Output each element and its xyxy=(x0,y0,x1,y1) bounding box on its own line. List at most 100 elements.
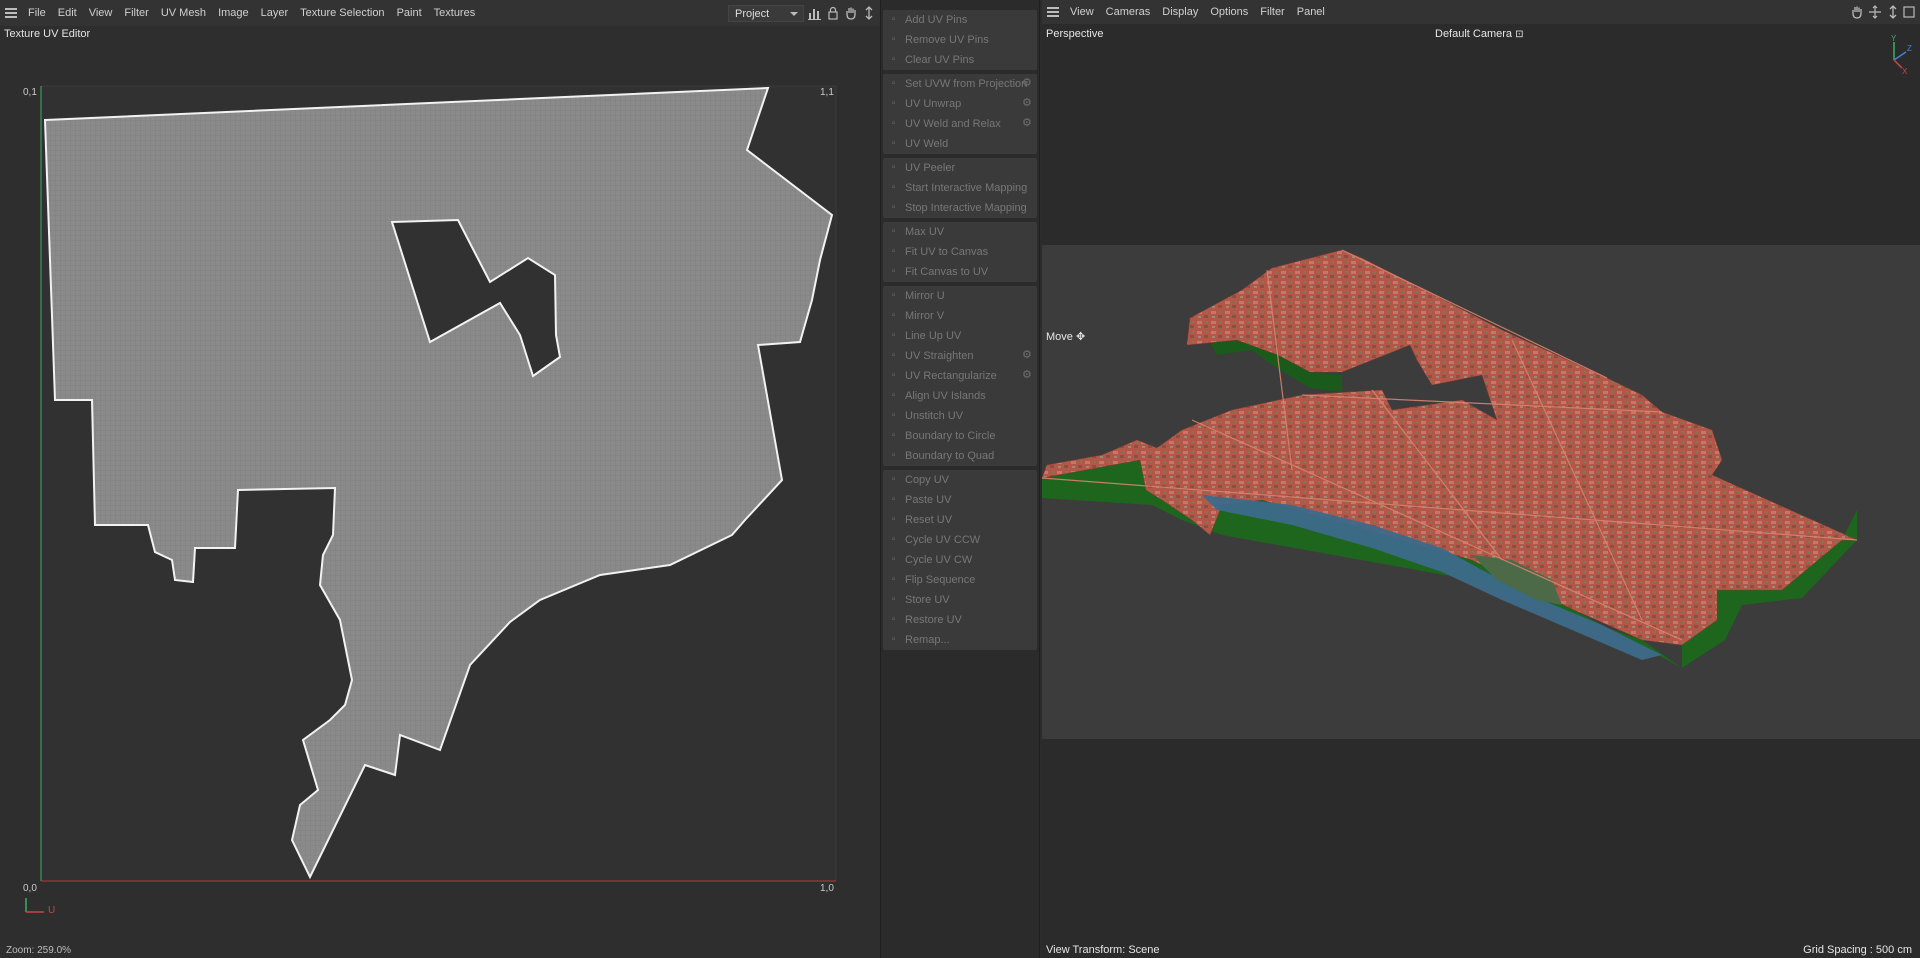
command-group: ▫ UV Peeler ▫ Start Interactive Mapping ▫ Sto… xyxy=(883,158,1037,218)
command-label: UV Weld and Relax xyxy=(905,118,1001,130)
fit-canvas-icon: ▫ xyxy=(891,266,896,277)
viewport-view-label: Perspective xyxy=(1046,28,1104,40)
command-set-uvw-from-projection[interactable]: ▫ Set UVW from Projection ⚙ xyxy=(883,74,1037,94)
copy-icon: ▫ xyxy=(891,474,896,485)
uv-label-top-right: 1,1 xyxy=(820,87,834,98)
gear-icon[interactable]: ⚙ xyxy=(1022,370,1033,381)
command-label: Store UV xyxy=(905,594,950,606)
max-icon: ▫ xyxy=(891,226,896,237)
clear-icon: ▫ xyxy=(891,54,896,65)
command-fit-uv-to-canvas[interactable]: ▫ Fit UV to Canvas xyxy=(883,242,1037,262)
command-boundary-to-circle[interactable]: ▫ Boundary to Circle xyxy=(883,426,1037,446)
3d-viewport-panel[interactable]: View Cameras Display Options Filter Panel xyxy=(1042,0,1920,958)
command-label: Start Interactive Mapping xyxy=(905,182,1028,194)
camera-label[interactable]: Default Camera ⊡ xyxy=(1435,28,1524,40)
active-tool-name: Move xyxy=(1046,331,1073,343)
command-stop-interactive-mapping[interactable]: ▫ Stop Interactive Mapping xyxy=(883,198,1037,218)
uv-commands-list: ▫ Add UV Pins ▫ Remove UV Pins ▫ Clear UV Pin… xyxy=(881,0,1039,650)
command-fit-canvas-to-uv[interactable]: ▫ Fit Canvas to UV xyxy=(883,262,1037,282)
command-label: Mirror V xyxy=(905,310,945,322)
rectangularize-icon: ▫ xyxy=(891,370,896,381)
gear-icon[interactable]: ⚙ xyxy=(1022,78,1033,89)
command-unstitch-uv[interactable]: ▫ Unstitch UV xyxy=(883,406,1037,426)
unwrap-icon: ▫ xyxy=(891,98,896,109)
axis-z-label: Z xyxy=(1907,44,1912,53)
straighten-icon: ▫ xyxy=(891,350,896,361)
command-uv-rectangularize[interactable]: ▫ UV Rectangularize ⚙ xyxy=(883,366,1037,386)
command-uv-weld-and-relax[interactable]: ▫ UV Weld and Relax ⚙ xyxy=(883,114,1037,134)
command-group: ▫ Add UV Pins ▫ Remove UV Pins ▫ Clear UV Pin… xyxy=(883,10,1037,70)
command-label: Copy UV xyxy=(905,474,950,486)
command-remove-uv-pins[interactable]: ▫ Remove UV Pins xyxy=(883,30,1037,50)
command-label: Unstitch UV xyxy=(905,410,964,422)
quad-icon: ▫ xyxy=(891,450,896,461)
command-group: ▫ Copy UV ▫ Paste UV ▫ Reset UV ▫ Cycle UV CCW ▫… xyxy=(883,470,1037,650)
stop-icon: ▫ xyxy=(891,202,896,213)
command-restore-uv[interactable]: ▫ Restore UV xyxy=(883,610,1037,630)
command-mirror-v[interactable]: ▫ Mirror V xyxy=(883,306,1037,326)
store-icon: ▫ xyxy=(891,594,896,605)
command-uv-peeler[interactable]: ▫ UV Peeler xyxy=(883,158,1037,178)
view-transform-status: View Transform: Scene xyxy=(1046,944,1160,956)
command-boundary-to-quad[interactable]: ▫ Boundary to Quad xyxy=(883,446,1037,466)
axis-gizmo-icon: Y Z X xyxy=(1891,34,1912,74)
unstitch-icon: ▫ xyxy=(891,410,896,421)
axis-x-label: X xyxy=(1902,67,1908,74)
command-uv-weld[interactable]: ▫ UV Weld xyxy=(883,134,1037,154)
reset-icon: ▫ xyxy=(891,514,896,525)
paste-icon: ▫ xyxy=(891,494,896,505)
command-uv-unwrap[interactable]: ▫ UV Unwrap ⚙ xyxy=(883,94,1037,114)
command-align-uv-islands[interactable]: ▫ Align UV Islands xyxy=(883,386,1037,406)
command-clear-uv-pins[interactable]: ▫ Clear UV Pins xyxy=(883,50,1037,70)
command-label: Add UV Pins xyxy=(905,14,968,26)
move-cross-icon: ✥ xyxy=(1075,331,1086,343)
command-label: Stop Interactive Mapping xyxy=(905,202,1027,214)
axis-y-label: Y xyxy=(1891,34,1897,43)
command-add-uv-pins[interactable]: ▫ Add UV Pins xyxy=(883,10,1037,30)
grid-spacing-status: Grid Spacing : 500 cm xyxy=(1803,944,1912,956)
command-flip-sequence[interactable]: ▫ Flip Sequence xyxy=(883,570,1037,590)
command-store-uv[interactable]: ▫ Store UV xyxy=(883,590,1037,610)
command-remap[interactable]: ▫ Remap... xyxy=(883,630,1037,650)
peeler-icon: ▫ xyxy=(891,162,896,173)
command-line-up-uv[interactable]: ▫ Line Up UV xyxy=(883,326,1037,346)
command-uv-straighten[interactable]: ▫ UV Straighten ⚙ xyxy=(883,346,1037,366)
command-reset-uv[interactable]: ▫ Reset UV xyxy=(883,510,1037,530)
command-group: ▫ Max UV ▫ Fit UV to Canvas ▫ Fit Canvas to U… xyxy=(883,222,1037,282)
uv-canvas[interactable] xyxy=(0,0,880,958)
command-label: UV Straighten xyxy=(905,350,974,362)
gear-icon[interactable]: ⚙ xyxy=(1022,350,1033,361)
command-label: UV Peeler xyxy=(905,162,956,174)
command-copy-uv[interactable]: ▫ Copy UV xyxy=(883,470,1037,490)
command-group: ▫ Mirror U ▫ Mirror V ▫ Line Up UV ▫ UV Straigh… xyxy=(883,286,1037,466)
command-max-uv[interactable]: ▫ Max UV xyxy=(883,222,1037,242)
flip-icon: ▫ xyxy=(891,574,896,585)
command-mirror-u[interactable]: ▫ Mirror U xyxy=(883,286,1037,306)
command-cycle-uv-cw[interactable]: ▫ Cycle UV CW xyxy=(883,550,1037,570)
command-label: Cycle UV CW xyxy=(905,554,973,566)
gear-icon[interactable]: ⚙ xyxy=(1022,118,1033,129)
remap-icon: ▫ xyxy=(891,634,896,645)
align-icon: ▫ xyxy=(891,390,896,401)
uv-label-bottom-right: 1,0 xyxy=(820,883,834,894)
pin-remove-icon: ▫ xyxy=(891,34,896,45)
play-icon: ▫ xyxy=(891,182,896,193)
command-label: Restore UV xyxy=(905,614,962,626)
gear-icon[interactable]: ⚙ xyxy=(1022,98,1033,109)
restore-icon: ▫ xyxy=(891,614,896,625)
command-label: Boundary to Circle xyxy=(905,430,996,442)
3d-city-model[interactable] xyxy=(1042,0,1920,958)
uv-commands-palette: ▫ Add UV Pins ▫ Remove UV Pins ▫ Clear UV Pin… xyxy=(880,0,1040,958)
command-label: UV Rectangularize xyxy=(905,370,997,382)
command-paste-uv[interactable]: ▫ Paste UV xyxy=(883,490,1037,510)
command-label: UV Unwrap xyxy=(905,98,962,110)
command-label: Boundary to Quad xyxy=(905,450,995,462)
cycle-cw-icon: ▫ xyxy=(891,554,896,565)
pin-add-icon: ▫ xyxy=(891,14,896,25)
camera-name: Default Camera xyxy=(1435,28,1513,40)
texture-uv-editor-panel: File Edit View Filter UV Mesh Image Layer Textu… xyxy=(0,0,880,958)
command-start-interactive-mapping[interactable]: ▫ Start Interactive Mapping xyxy=(883,178,1037,198)
active-tool-label: Move ✥ xyxy=(1046,330,1085,343)
command-label: Line Up UV xyxy=(905,330,962,342)
command-cycle-uv-ccw[interactable]: ▫ Cycle UV CCW xyxy=(883,530,1037,550)
